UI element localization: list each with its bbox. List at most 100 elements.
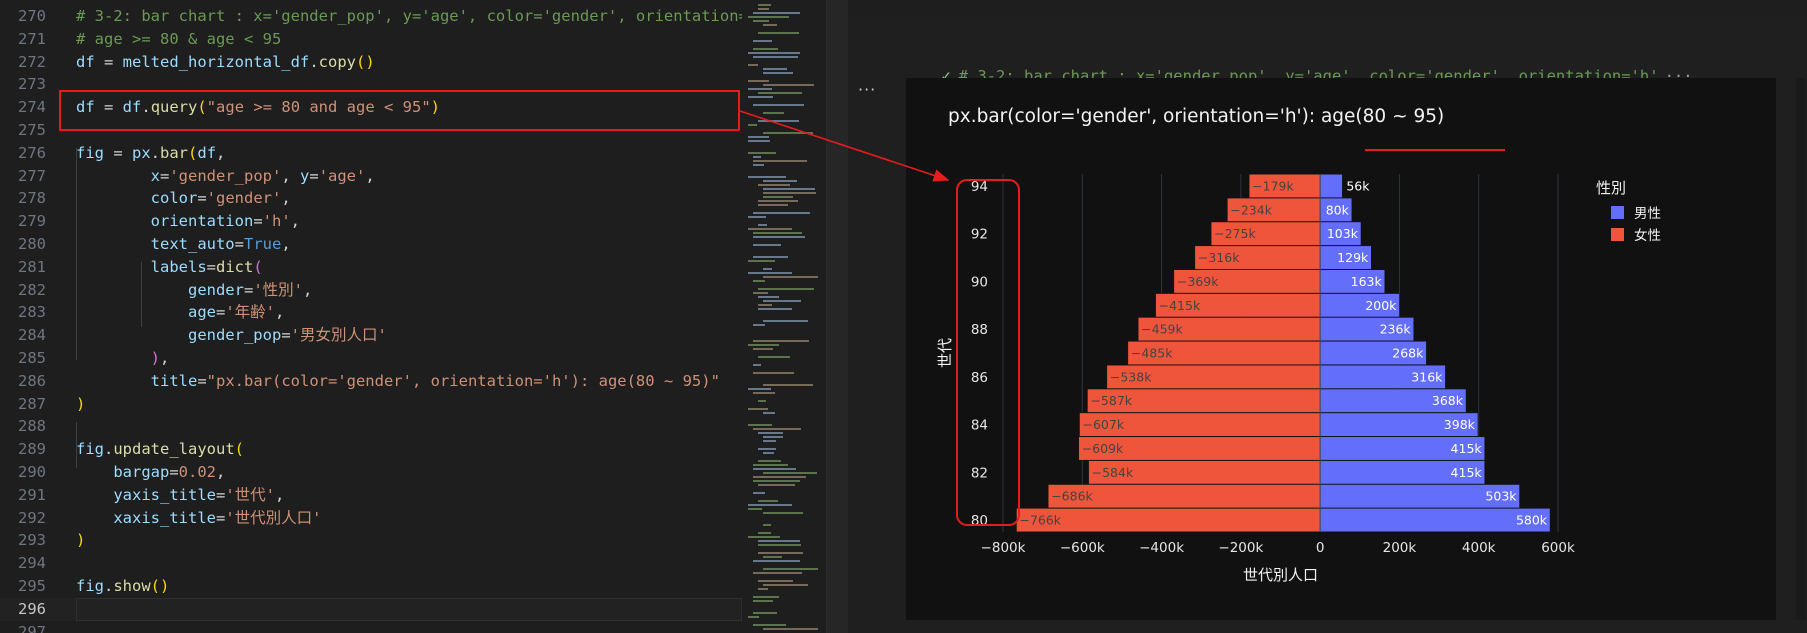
line-number: 281 <box>18 257 46 276</box>
code-token: y <box>300 166 310 185</box>
code-line[interactable]: 287) <box>0 393 742 416</box>
code-line[interactable]: 278 color='gender', <box>0 187 742 210</box>
code-token: , <box>365 166 375 185</box>
bar-label: −686k <box>1051 489 1093 504</box>
code-line[interactable]: 294 <box>0 552 742 575</box>
minimap-line <box>758 224 767 226</box>
bar-label: 200k <box>1365 298 1397 313</box>
code-line[interactable]: 285 ), <box>0 347 742 370</box>
bar-label: −234k <box>1230 202 1272 217</box>
minimap-line <box>758 184 790 186</box>
minimap-line <box>748 228 792 230</box>
code-line[interactable]: 283 age='年齢', <box>0 301 742 324</box>
x-tick-label: 0 <box>1316 540 1325 556</box>
minimap-line <box>758 588 768 590</box>
code-text: # 3-2: bar chart : x='gender_pop', y='ag… <box>76 5 742 28</box>
code-token: gender_pop <box>187 326 282 345</box>
code-line[interactable]: 271 # age >= 80 & age < 95 <box>0 28 742 51</box>
bar-label: −587k <box>1090 393 1132 408</box>
minimap-line <box>763 112 784 114</box>
code-line[interactable]: 297 <box>0 621 742 633</box>
x-axis-title: 世代別人口 <box>1243 566 1318 584</box>
minimap-line <box>758 296 779 298</box>
code-text: x='gender_pop', y='age', <box>76 165 375 188</box>
bar <box>1319 173 1343 198</box>
bar-label: −275k <box>1214 226 1256 241</box>
code-text: xaxis_title='世代別人口' <box>76 507 322 530</box>
minimap-line <box>753 324 765 326</box>
minimap-line <box>748 140 770 142</box>
minimap-line <box>748 536 780 538</box>
minimap-line <box>758 400 766 402</box>
output-scrollbar[interactable] <box>1796 78 1806 620</box>
minimap-line <box>748 388 771 390</box>
code-token: dict <box>216 257 254 276</box>
cell-header[interactable]: ✓ # 3-2: bar chart : x='gender_pop', y='a… <box>904 40 1692 85</box>
code-text: fig.update_layout( <box>76 438 244 461</box>
code-line[interactable]: 292 xaxis_title='世代別人口' <box>0 507 742 530</box>
line-number: 285 <box>18 349 46 367</box>
bar-label: −607k <box>1083 417 1125 432</box>
minimap[interactable] <box>742 0 826 633</box>
code-line[interactable]: 295 fig.show() <box>0 575 742 598</box>
line-number: 279 <box>18 212 46 231</box>
code-token: = <box>197 189 207 208</box>
code-line[interactable]: 293) <box>0 529 742 552</box>
x-tick-label: −200k <box>1218 540 1263 556</box>
code-token: xaxis_title <box>113 508 216 527</box>
minimap-line <box>763 196 793 198</box>
code-line[interactable]: 289 fig.update_layout( <box>0 438 742 461</box>
minimap-line <box>748 272 792 274</box>
minimap-line <box>763 132 813 134</box>
code-line[interactable]: 286 title="px.bar(color='gender', orient… <box>0 370 742 393</box>
code-line[interactable]: 290 bargap=0.02, <box>0 461 742 484</box>
more-actions-icon[interactable]: ··· <box>858 80 876 99</box>
code-token: 'gender' <box>206 189 282 208</box>
line-number: 296 <box>18 599 46 618</box>
bar-label: 163k <box>1351 274 1383 289</box>
minimap-line <box>763 84 814 86</box>
code-line[interactable]: 276 fig = px.bar(df, <box>0 142 742 165</box>
x-tick-label: 400k <box>1462 540 1496 556</box>
code-token: 'h' <box>262 212 291 231</box>
y-tick-label: 86 <box>971 370 988 386</box>
code-token: df <box>76 52 95 71</box>
bar-chart: 580k503k415k415k398k368k316k268k236k200k… <box>936 106 1661 584</box>
code-text: labels=dict( <box>76 256 263 279</box>
minimap-line <box>753 340 809 342</box>
code-editor[interactable]: 297 296 295 fig.show() 294 293) 292 xaxis_titl… <box>0 0 742 633</box>
editor-scrollbar[interactable] <box>826 0 849 633</box>
minimap-line <box>763 524 771 526</box>
code-line[interactable]: 277 x='gender_pop', y='age', <box>0 165 742 188</box>
minimap-line <box>763 412 775 414</box>
code-token: , <box>281 235 291 253</box>
code-line[interactable]: 282 gender='性別', <box>0 279 742 302</box>
code-line[interactable]: 280 text_auto=True, <box>0 233 742 256</box>
code-token: '世代別人口' <box>225 508 322 527</box>
code-token: gender <box>187 280 244 299</box>
minimap-line <box>763 300 801 302</box>
minimap-line <box>753 244 781 246</box>
line-number: 287 <box>18 394 46 413</box>
code-line[interactable]: 279 orientation='h', <box>0 210 742 233</box>
line-number: 283 <box>18 303 46 322</box>
code-token: = <box>104 143 132 162</box>
minimap-line <box>758 460 781 462</box>
code-token: px <box>132 143 151 162</box>
minimap-line <box>758 540 800 542</box>
code-line[interactable]: 272 df = melted_horizontal_df.copy() <box>0 51 742 74</box>
minimap-line <box>748 52 800 54</box>
bar-label: 103k <box>1327 226 1359 241</box>
code-token: , <box>275 303 285 322</box>
code-line[interactable]: 281 labels=dict( <box>0 256 742 279</box>
code-line[interactable]: 270 # 3-2: bar chart : x='gender_pop', y=… <box>0 5 742 28</box>
code-line[interactable]: 288 <box>0 415 742 438</box>
code-token: , <box>216 143 226 162</box>
code-line[interactable]: 284 gender_pop='男女別人口' <box>0 324 742 347</box>
bar-label: 580k <box>1516 513 1548 528</box>
code-line[interactable]: 296 <box>0 597 742 621</box>
minimap-line <box>763 268 772 270</box>
code-line[interactable]: 291 yaxis_title='世代', <box>0 484 742 507</box>
minimap-line <box>748 136 769 138</box>
